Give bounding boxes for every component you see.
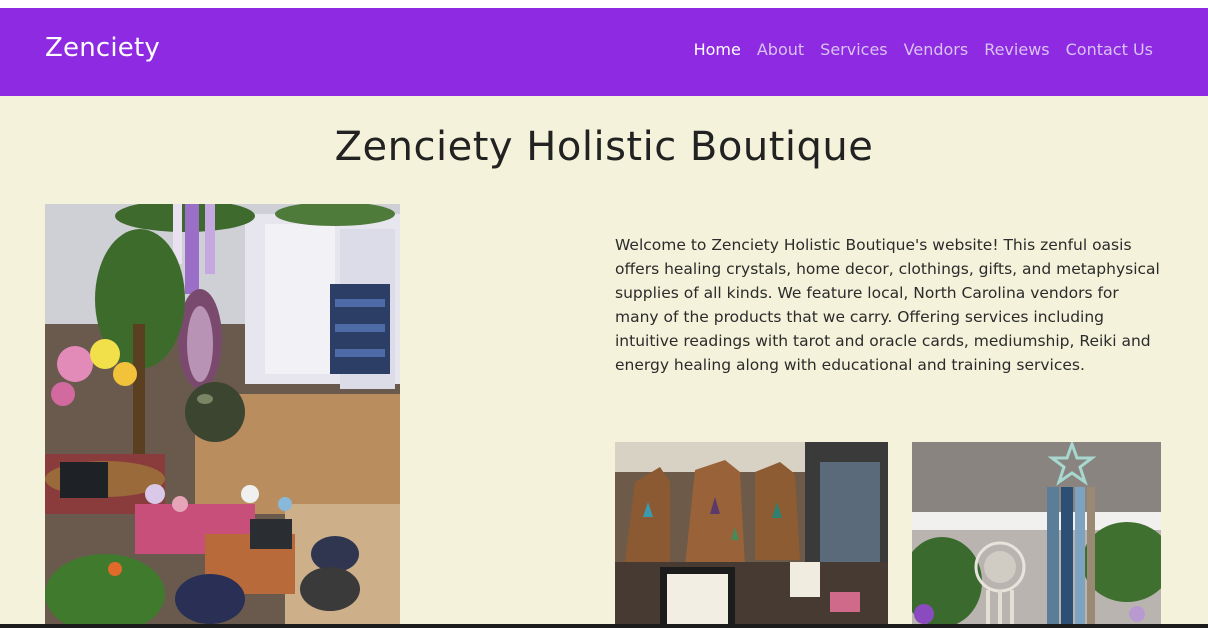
nav-about[interactable]: About [757, 40, 804, 59]
navbar: Zenciety Home About Services Vendors Rev… [0, 8, 1208, 96]
bottom-edge [0, 624, 1208, 628]
main-nav: Home About Services Vendors Reviews Cont… [694, 40, 1153, 59]
top-edge [0, 0, 1208, 8]
jewelry-display-photo [615, 442, 888, 628]
store-interior-photo [45, 204, 400, 628]
nav-contact-us[interactable]: Contact Us [1066, 40, 1153, 59]
nav-vendors[interactable]: Vendors [904, 40, 969, 59]
nav-reviews[interactable]: Reviews [984, 40, 1049, 59]
intro-text: Welcome to Zenciety Holistic Boutique's … [615, 236, 1160, 374]
nav-services[interactable]: Services [820, 40, 887, 59]
nav-home[interactable]: Home [694, 40, 741, 59]
brand-logo[interactable]: Zenciety [45, 33, 160, 63]
dreamcatcher-photo [912, 442, 1161, 628]
page-title: Zenciety Holistic Boutique [334, 124, 874, 170]
